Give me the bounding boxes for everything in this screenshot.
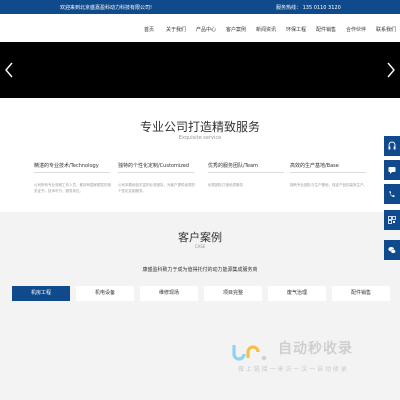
service-title: 独特的个性化定制/Customized [118,163,190,169]
service-title: 高效的生产基地/Base [290,163,339,169]
service-desc: 优秀团队打造优质服务 [208,183,243,187]
service-card-customized: 独特的个性化定制/Customized 公司本着经验丰富的业务团队，为客户提供优… [118,162,198,194]
chevron-left-icon [5,62,13,78]
divider [118,172,194,173]
service-title: 优秀的服务团队/Team [208,163,258,169]
divider [34,172,110,173]
wechat-icon [388,247,396,254]
service-card-technology: 精湛的专业技术/Technology 公司所有专业领域工作人员，都持有国家颁发的… [34,162,114,194]
tab-equipment[interactable]: 机电设备 [76,286,134,301]
divider [290,172,366,173]
banner-prev-button[interactable] [4,62,14,78]
service-desc: 拥有专业团队与生产基地，保证产品的高效生产。 [290,183,367,187]
watermark: 自动秒收录 做 上 链 接 一 来 访 一 次 一 自 动 收 录 [230,338,390,378]
cases-subtitle: CASE [194,244,206,249]
banner-next-button[interactable] [386,62,396,78]
watermark-logo-icon [232,345,267,361]
nav-item-cases[interactable]: 客户案例 [226,26,246,33]
hotline-text: 服务热线： 135 0110 3120 [276,5,341,11]
cases-intro: 康盛盈科致力于成为值得托付的动力能源集成服务商 [142,267,258,273]
service-title: 精湛的专业技术/Technology [34,163,99,169]
tab-machine-room[interactable]: 机房工程 [12,286,70,301]
cases-title: 客户案例 [178,231,222,244]
side-phone-button[interactable] [384,184,400,204]
tab-repair[interactable]: 维修现场 [140,286,198,301]
nav-item-parts[interactable]: 配件销售 [316,26,336,33]
nav-item-contact[interactable]: 联系我们 [376,26,396,33]
side-qr-button[interactable] [384,210,400,230]
message-icon [388,167,396,174]
tab-parts[interactable]: 配件销售 [332,286,390,301]
top-bar: 欢迎来到北京盛嘉盈科动力科技有限公司! 服务热线： 135 0110 3120 [0,0,400,14]
side-message-button[interactable] [384,160,400,180]
phone-icon [389,191,395,197]
service-desc: 公司所有专业领域工作人员，都持有国家颁发的相关证书，技术可行，服务到位。 [34,183,111,193]
nav-item-products[interactable]: 产品中心 [196,26,216,33]
side-wechat-button[interactable] [384,240,400,260]
nav-item-news[interactable]: 新闻资讯 [256,26,276,33]
main-nav: 首页 关于我们 产品中心 客户案例 新闻资讯 环保工程 配件销售 合作伙伴 联系… [0,14,400,42]
chevron-right-icon [387,62,395,78]
qr-icon [388,216,396,224]
nav-item-environmental[interactable]: 环保工程 [286,26,306,33]
service-card-team: 优秀的服务团队/Team 优秀团队打造优质服务 [208,162,288,188]
side-headset-button[interactable] [384,136,400,156]
welcome-text: 欢迎来到北京盛嘉盈科动力科技有限公司! [60,5,153,11]
divider [208,172,284,173]
service-card-base: 高效的生产基地/Base 拥有专业团队与生产基地，保证产品的高效生产。 [290,162,370,188]
services-title: 专业公司打造精致服务 [139,120,260,134]
services-subtitle: Exquisite service [178,135,222,141]
tab-exhaust[interactable]: 废气治理 [268,286,326,301]
hero-banner [0,42,400,98]
headset-icon [388,141,396,150]
watermark-slogan: 做 上 链 接 一 来 访 一 次 一 自 动 收 录 [238,366,347,373]
service-desc: 公司本着经验丰富的业务团队，为客户提供优质的个性化定制服务。 [118,183,195,193]
nav-item-about[interactable]: 关于我们 [166,26,186,33]
nav-item-partners[interactable]: 合作伙伴 [346,26,366,33]
nav-item-home[interactable]: 首页 [144,26,154,33]
watermark-name: 自动秒收录 [278,341,353,357]
tab-projects[interactable]: 项目完整 [204,286,262,301]
